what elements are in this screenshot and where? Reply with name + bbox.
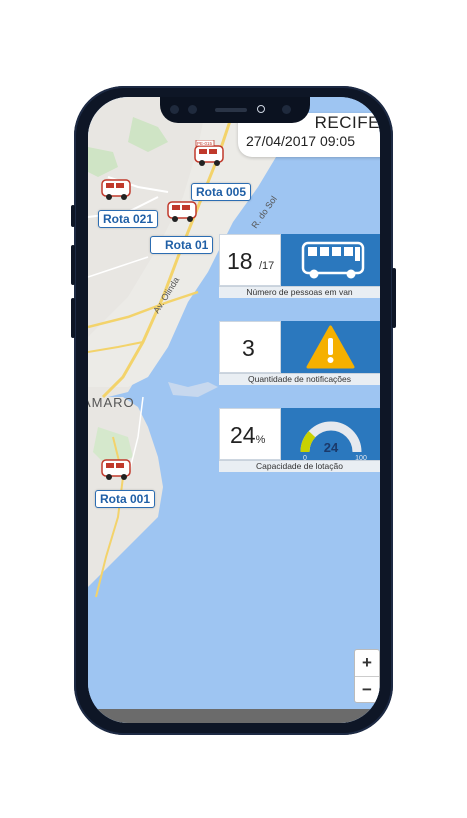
phone-power-button [392,268,396,328]
passenger-total: /17 [258,260,275,272]
phone-volume-button [71,205,75,227]
route-label-01[interactable]: Rota 01 [150,236,214,254]
phone-volume-button [71,245,75,285]
bottom-bar [88,709,380,723]
route-label-005[interactable]: Rota 005 [191,183,252,201]
van-plate-label: PE-015 [197,141,213,146]
zoom-control: + − [354,649,380,703]
phone-notch [160,97,310,123]
gauge-value: 24 [324,440,339,455]
phone-screen: Av. Olinda R. do Sol AMARO PE-015 Rota 0… [88,97,380,723]
notifications-caption: Quantidade de notificações [219,373,380,385]
warning-icon [306,325,355,369]
zoom-out-button[interactable]: − [355,677,379,702]
notification-count: 3 [242,335,255,361]
passengers-caption: Número de pessoas em van [219,286,380,298]
bus-icon [301,241,365,279]
capacity-unit: % [255,434,266,446]
zoom-in-button[interactable]: + [355,650,379,676]
gauge-icon: 24 0 100 [300,421,367,462]
route-label-001[interactable]: Rota 001 [95,490,156,508]
route-label-021[interactable]: Rota 021 [98,210,159,228]
passengers-card: 18 /17 Número de pessoas em van [219,234,380,298]
notifications-card[interactable]: 3 Quantidade de notificações [219,321,380,385]
phone-volume-button [71,298,75,338]
passenger-count: 18 [227,248,253,274]
capacity-caption: Capacidade de lotação [219,460,380,472]
district-label: AMARO [88,395,135,410]
gauge-fill [300,431,316,453]
van-marker-icon[interactable]: PE-015 [193,140,227,168]
city-name: RECIFE [314,113,380,132]
van-marker-icon[interactable] [100,454,134,482]
capacity-card: 24% 24 0 100 Capacidade de lotação [219,408,380,472]
capacity-value: 24 [230,422,256,448]
van-marker-icon[interactable] [100,174,134,202]
date-time: 27/04/2017 09:05 [246,133,355,149]
